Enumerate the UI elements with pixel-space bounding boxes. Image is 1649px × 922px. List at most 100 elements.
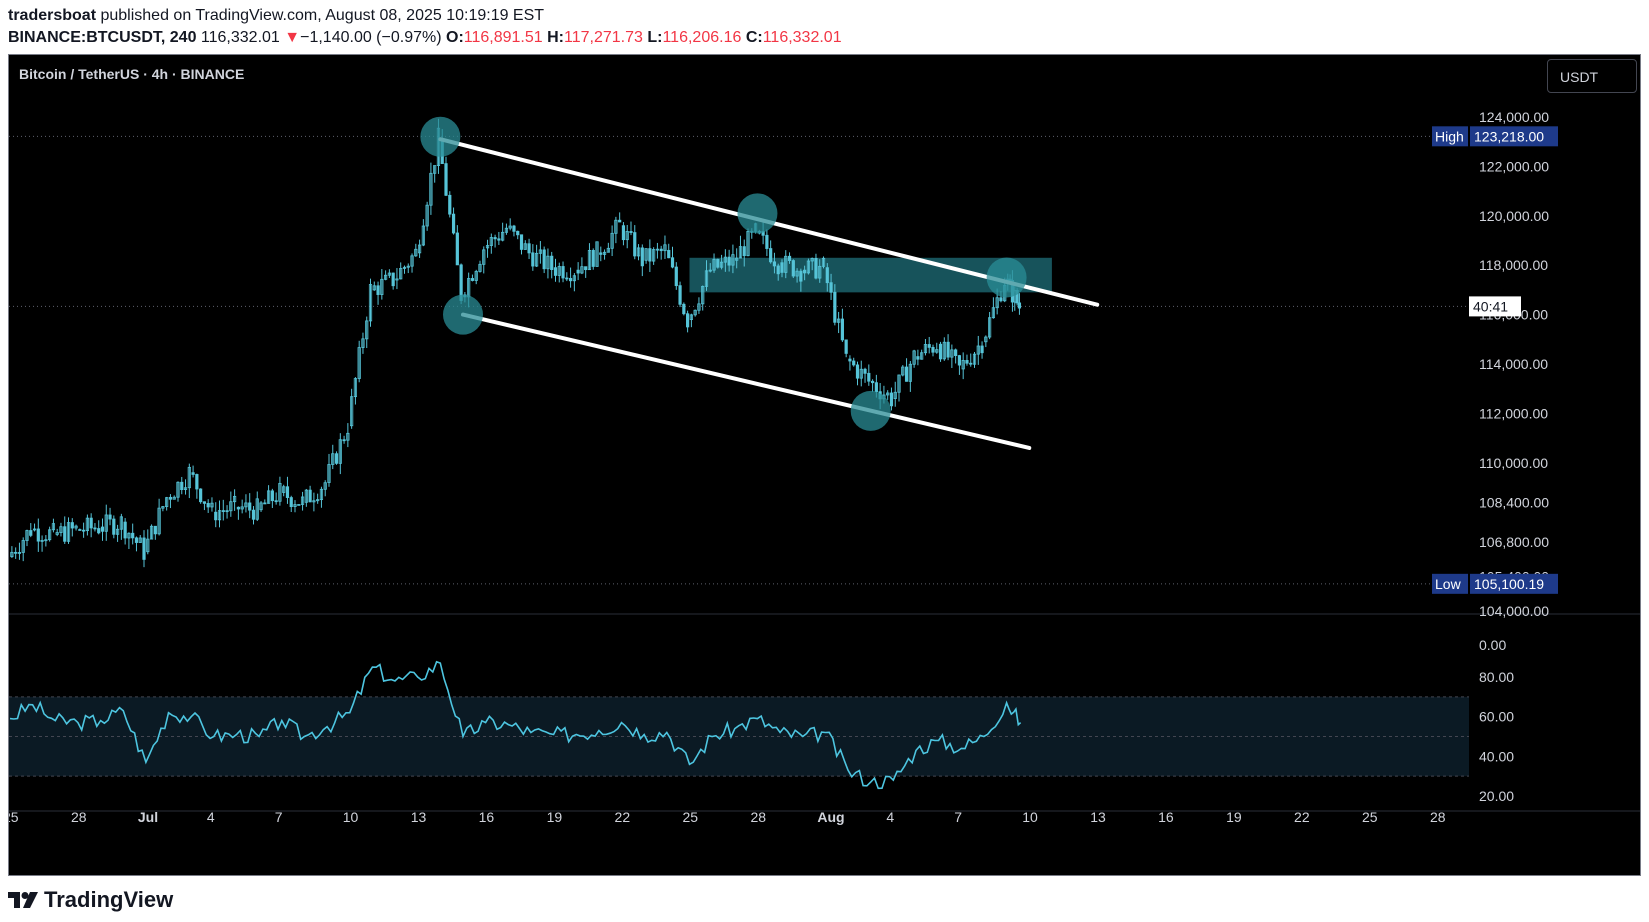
candle-body: [78, 529, 82, 531]
candle-body: [946, 341, 950, 358]
time-axis-label: 10: [343, 809, 359, 825]
candle-body: [516, 230, 520, 236]
chart-legend-title: Bitcoin / TetherUS · 4h · BINANCE: [19, 66, 244, 82]
candle-body: [199, 488, 203, 503]
candle-body: [63, 526, 67, 542]
time-axis-label: 25: [9, 809, 19, 825]
candle-body: [678, 285, 682, 305]
low-value: 116,206.16: [662, 29, 742, 46]
price-axis-label: 110,000.00: [1479, 455, 1548, 471]
countdown-text: 40:41: [1473, 298, 1508, 314]
time-axis-label: 10: [1022, 809, 1038, 825]
candle-body: [633, 232, 637, 257]
chart-canvas[interactable]: Bitcoin / TetherUS · 4h · BINANCE 124,000…: [9, 55, 1640, 875]
time-axis-label: 28: [71, 809, 87, 825]
price-axis-label: 114,000.00: [1479, 356, 1548, 372]
candle-body: [531, 252, 535, 267]
candle-body: [519, 234, 524, 250]
candle-body: [829, 282, 833, 293]
candle-body: [14, 551, 18, 554]
time-axis-label: 19: [547, 809, 563, 825]
price-axis-label: 104,000.00: [1479, 603, 1549, 619]
price-axis-label: 106,800.00: [1479, 534, 1549, 550]
time-axis-label: 7: [275, 809, 283, 825]
low-tag-text: Low: [1435, 576, 1462, 592]
candle-body: [493, 237, 497, 240]
candle-body: [97, 528, 101, 534]
candle-body: [686, 313, 690, 328]
candle-body: [470, 278, 475, 281]
candle-body: [867, 372, 871, 382]
candle-body: [772, 261, 777, 267]
candle-body: [742, 246, 746, 257]
candle-body: [553, 267, 558, 276]
candle-body: [648, 248, 652, 262]
price-axis-label: 108,400.00: [1479, 494, 1549, 510]
candle-body: [455, 232, 459, 266]
candle-body: [93, 527, 97, 530]
candle-body: [70, 522, 74, 529]
candle-body: [863, 368, 867, 374]
candle-body: [263, 502, 267, 505]
time-axis-label: 13: [1090, 809, 1106, 825]
candle-body: [916, 356, 920, 360]
candle-body: [285, 486, 290, 498]
down-arrow-icon: ▼: [284, 29, 301, 46]
candle-body: [727, 256, 731, 266]
last-price: 116,332.01: [200, 29, 280, 46]
candle-body: [251, 509, 256, 520]
candle-body: [659, 248, 663, 252]
candle-body: [274, 500, 278, 503]
price-axis-label: 118,000.00: [1479, 257, 1548, 273]
candle-body: [584, 266, 588, 271]
candle-body: [561, 266, 565, 279]
time-axis-label: 4: [207, 809, 215, 825]
price-axis-label: 112,000.00: [1479, 405, 1548, 421]
pivot-marker: [850, 390, 891, 431]
candle-body: [870, 380, 875, 384]
candle-body: [780, 262, 784, 273]
time-axis-label: 22: [1294, 809, 1310, 825]
candle-body: [576, 269, 580, 274]
time-axis-label: Jul: [138, 809, 158, 825]
ohlc-bar: BINANCE:BTCUSDT, 240 116,332.01 ▼−1,140.…: [8, 28, 842, 48]
candle-body: [1017, 302, 1022, 309]
candle-body: [112, 518, 116, 535]
candle-body: [451, 213, 456, 234]
candle-body: [938, 343, 943, 360]
candle-body: [765, 234, 769, 249]
candle-body: [123, 521, 127, 539]
candle-body: [904, 366, 909, 382]
candle-body: [108, 514, 112, 520]
rsi-axis-label: 20.00: [1479, 788, 1514, 804]
candle-body: [591, 250, 595, 267]
time-axis-label: 25: [1362, 809, 1378, 825]
tradingview-logo-icon: [8, 892, 38, 908]
candle-body: [814, 258, 818, 279]
time-axis-label: 19: [1226, 809, 1242, 825]
price-axis-label: 120,000.00: [1479, 208, 1549, 224]
pivot-marker: [737, 193, 778, 234]
low-value-text: 105,100.19: [1474, 576, 1544, 592]
candle-body: [840, 318, 844, 341]
author-name[interactable]: tradersboat: [8, 7, 96, 24]
candle-body: [448, 194, 452, 215]
time-axis-label: 28: [1430, 809, 1446, 825]
chart-container[interactable]: Bitcoin / TetherUS · 4h · BINANCE 124,000…: [8, 54, 1641, 876]
time-axis-label: 22: [615, 809, 631, 825]
candle-body: [980, 345, 984, 354]
candle-body: [565, 277, 569, 280]
currency-button[interactable]: USDT: [1547, 59, 1637, 93]
low-label: L:: [647, 29, 663, 46]
candle-body: [855, 364, 860, 379]
pivot-marker: [420, 116, 461, 157]
time-axis-label: 25: [683, 809, 699, 825]
candle-body: [640, 247, 644, 267]
candles: [10, 118, 1022, 568]
candle-body: [270, 490, 274, 502]
tradingview-logo[interactable]: TradingView: [8, 887, 173, 913]
candle-body: [927, 344, 931, 348]
candle-body: [550, 255, 554, 270]
high-tag-text: High: [1435, 128, 1464, 144]
candle-body: [527, 243, 531, 254]
